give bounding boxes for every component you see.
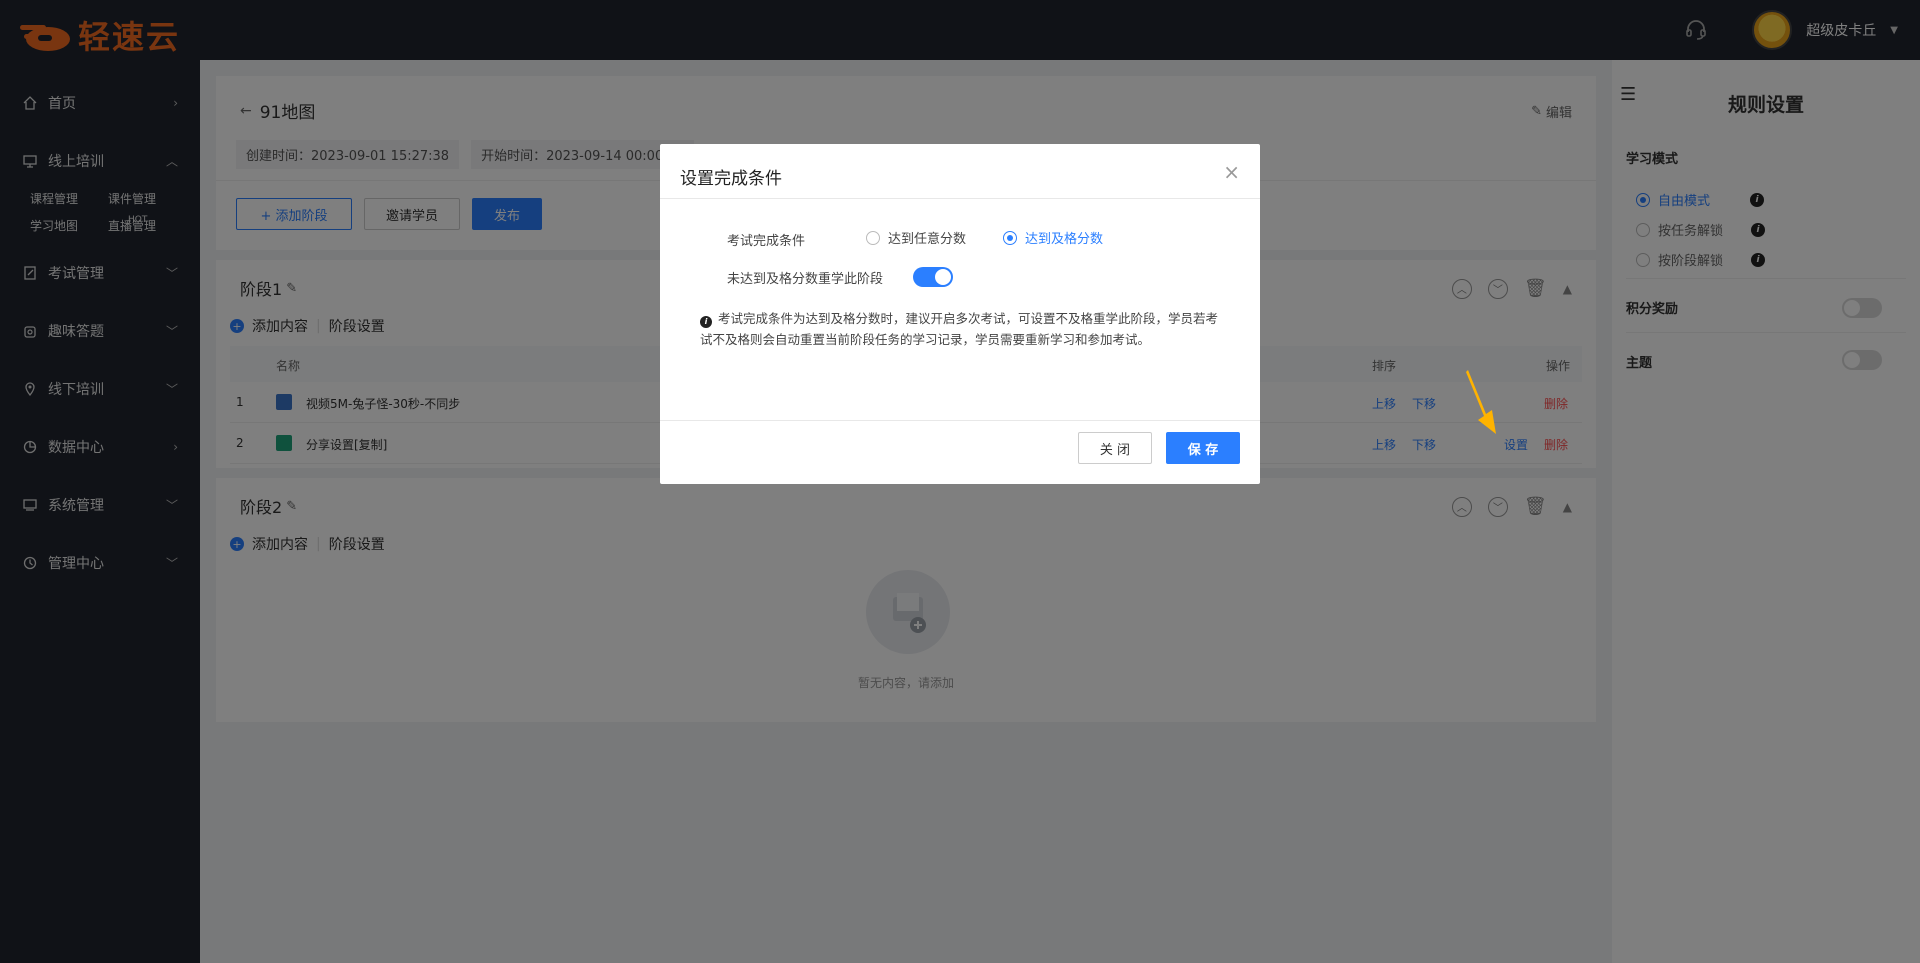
pointer-arrow-icon: [1466, 370, 1496, 434]
relearn-label: 未达到及格分数重学此阶段: [727, 272, 884, 287]
dialog-title: 设置完成条件: [680, 169, 782, 189]
radio-icon: [866, 230, 880, 245]
radio-icon: [1003, 230, 1017, 245]
save-button[interactable]: 保 存: [1166, 432, 1240, 464]
completion-condition-dialog: 设置完成条件 × 考试完成条件 达到任意分数 达到及格分数 未达到及格分数重学此…: [660, 144, 1260, 484]
relearn-toggle[interactable]: [913, 267, 953, 287]
info-icon: i: [700, 315, 712, 328]
option-any-score[interactable]: 达到任意分数: [866, 228, 966, 247]
option-label: 达到及格分数: [1025, 232, 1104, 247]
close-icon[interactable]: ×: [1223, 160, 1240, 184]
close-button[interactable]: 关 闭: [1078, 432, 1152, 464]
note-text: 考试完成条件为达到及格分数时，建议开启多次考试，可设置不及格重学此阶段，学员若考…: [700, 311, 1219, 347]
condition-label: 考试完成条件: [727, 234, 806, 249]
option-pass-score[interactable]: 达到及格分数: [1003, 228, 1103, 247]
condition-note: i 考试完成条件为达到及格分数时，建议开启多次考试，可设置不及格重学此阶段，学员若…: [700, 308, 1220, 350]
option-label: 达到任意分数: [888, 232, 967, 247]
